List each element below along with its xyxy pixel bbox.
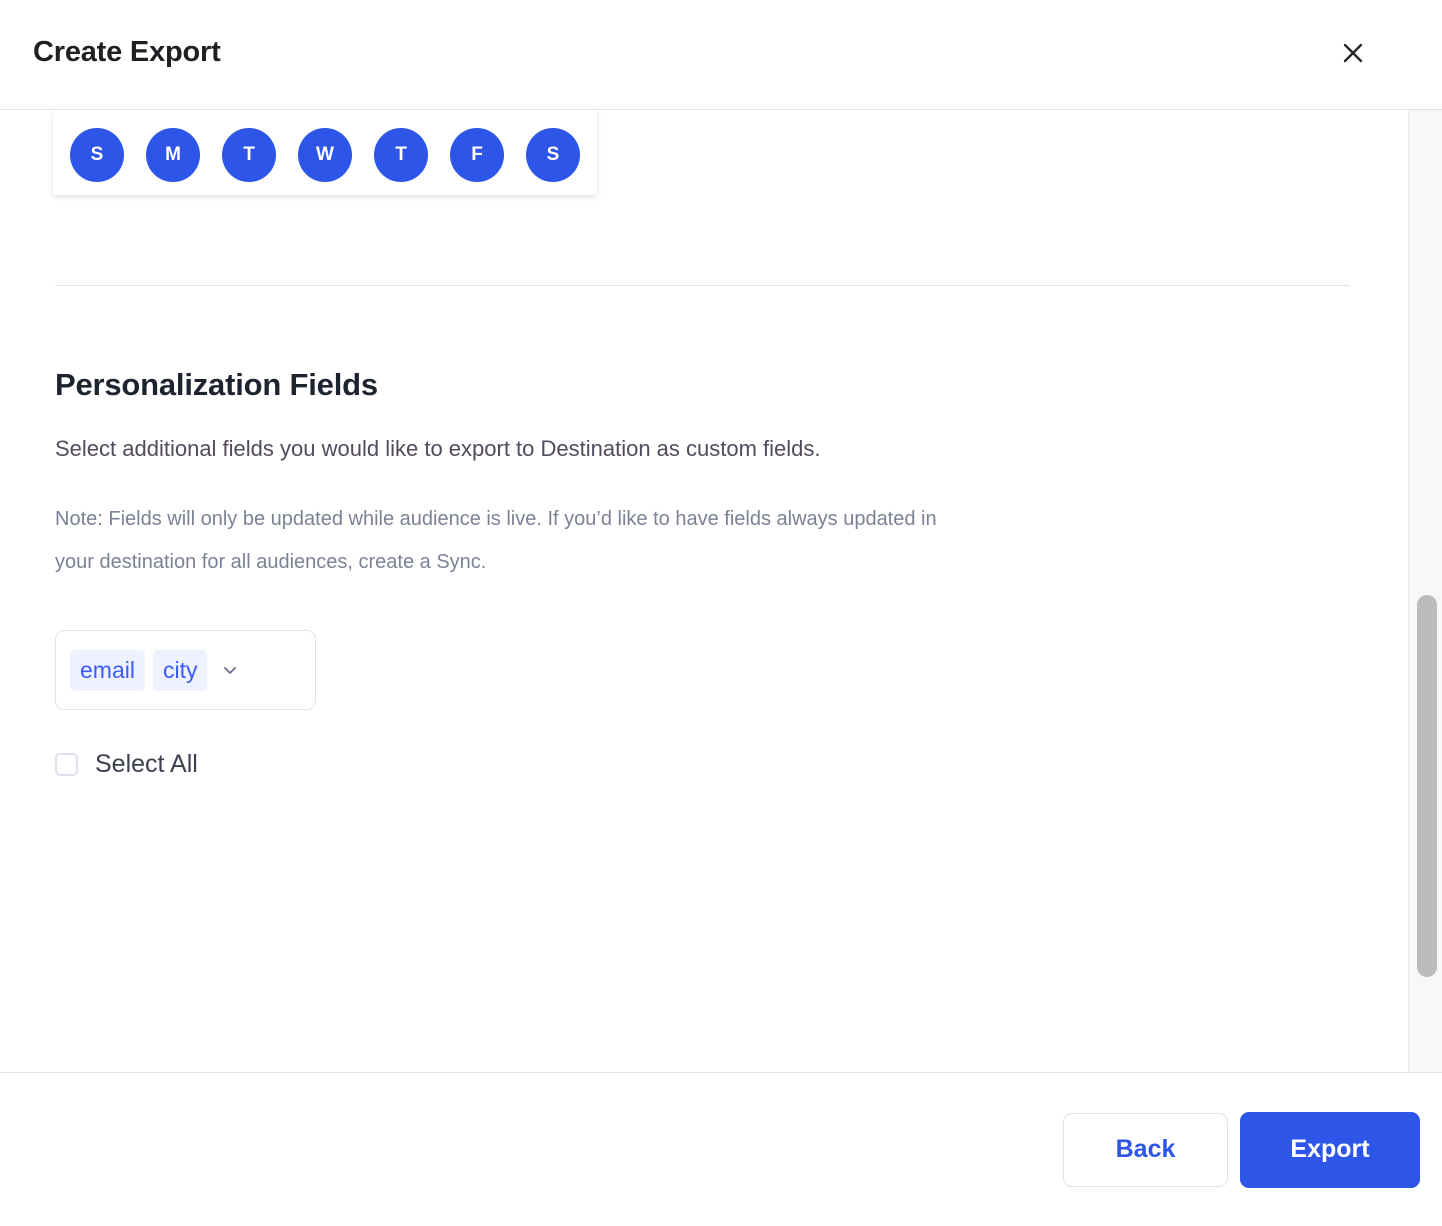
day-label: T bbox=[395, 143, 407, 165]
day-toggle-tuesday[interactable]: T bbox=[222, 127, 276, 182]
page-title: Create Export bbox=[33, 36, 221, 68]
select-all-row[interactable]: Select All bbox=[55, 749, 275, 779]
scrollbar-thumb[interactable] bbox=[1417, 595, 1437, 977]
chevron-down-icon[interactable] bbox=[221, 661, 239, 679]
day-label: S bbox=[546, 143, 560, 165]
personalization-fields-section: Personalization Fields Select additional… bbox=[55, 365, 1355, 779]
day-toggle-monday[interactable]: M bbox=[146, 127, 200, 182]
modal-footer: Back Export bbox=[0, 1072, 1442, 1226]
day-label: S bbox=[90, 143, 104, 165]
day-toggle-friday[interactable]: F bbox=[450, 127, 504, 182]
section-subtitle: Select additional fields you would like … bbox=[55, 436, 821, 461]
section-divider bbox=[55, 285, 1350, 286]
section-title: Personalization Fields bbox=[55, 367, 378, 402]
create-export-modal: Create Export S M T W T F S Personalizat… bbox=[0, 0, 1442, 1226]
select-all-checkbox[interactable] bbox=[55, 752, 78, 776]
export-button[interactable]: Export bbox=[1240, 1111, 1420, 1188]
select-all-label: Select All bbox=[95, 750, 198, 778]
day-of-week-selector: S M T W T F S bbox=[53, 110, 597, 195]
day-toggle-sunday[interactable]: S bbox=[70, 127, 124, 182]
modal-body: S M T W T F S Personalization Fields Sel… bbox=[0, 110, 1442, 1072]
personalization-fields-select[interactable]: email city bbox=[55, 630, 316, 710]
day-label: W bbox=[316, 143, 334, 165]
modal-header: Create Export bbox=[0, 0, 1442, 110]
day-toggle-saturday[interactable]: S bbox=[526, 127, 580, 182]
day-label: M bbox=[165, 143, 181, 165]
day-toggle-wednesday[interactable]: W bbox=[298, 127, 352, 182]
back-button[interactable]: Back bbox=[1063, 1112, 1228, 1187]
day-toggle-thursday[interactable]: T bbox=[374, 127, 428, 182]
section-note: Note: Fields will only be updated while … bbox=[55, 508, 937, 573]
day-label: F bbox=[471, 143, 483, 165]
scrollable-content: S M T W T F S Personalization Fields Sel… bbox=[0, 110, 1408, 1072]
field-chip-email[interactable]: email bbox=[70, 649, 145, 691]
day-label: T bbox=[243, 143, 255, 165]
vertical-scrollbar[interactable] bbox=[1408, 110, 1442, 1072]
close-icon[interactable] bbox=[1336, 36, 1370, 70]
field-chip-city[interactable]: city bbox=[152, 649, 208, 691]
